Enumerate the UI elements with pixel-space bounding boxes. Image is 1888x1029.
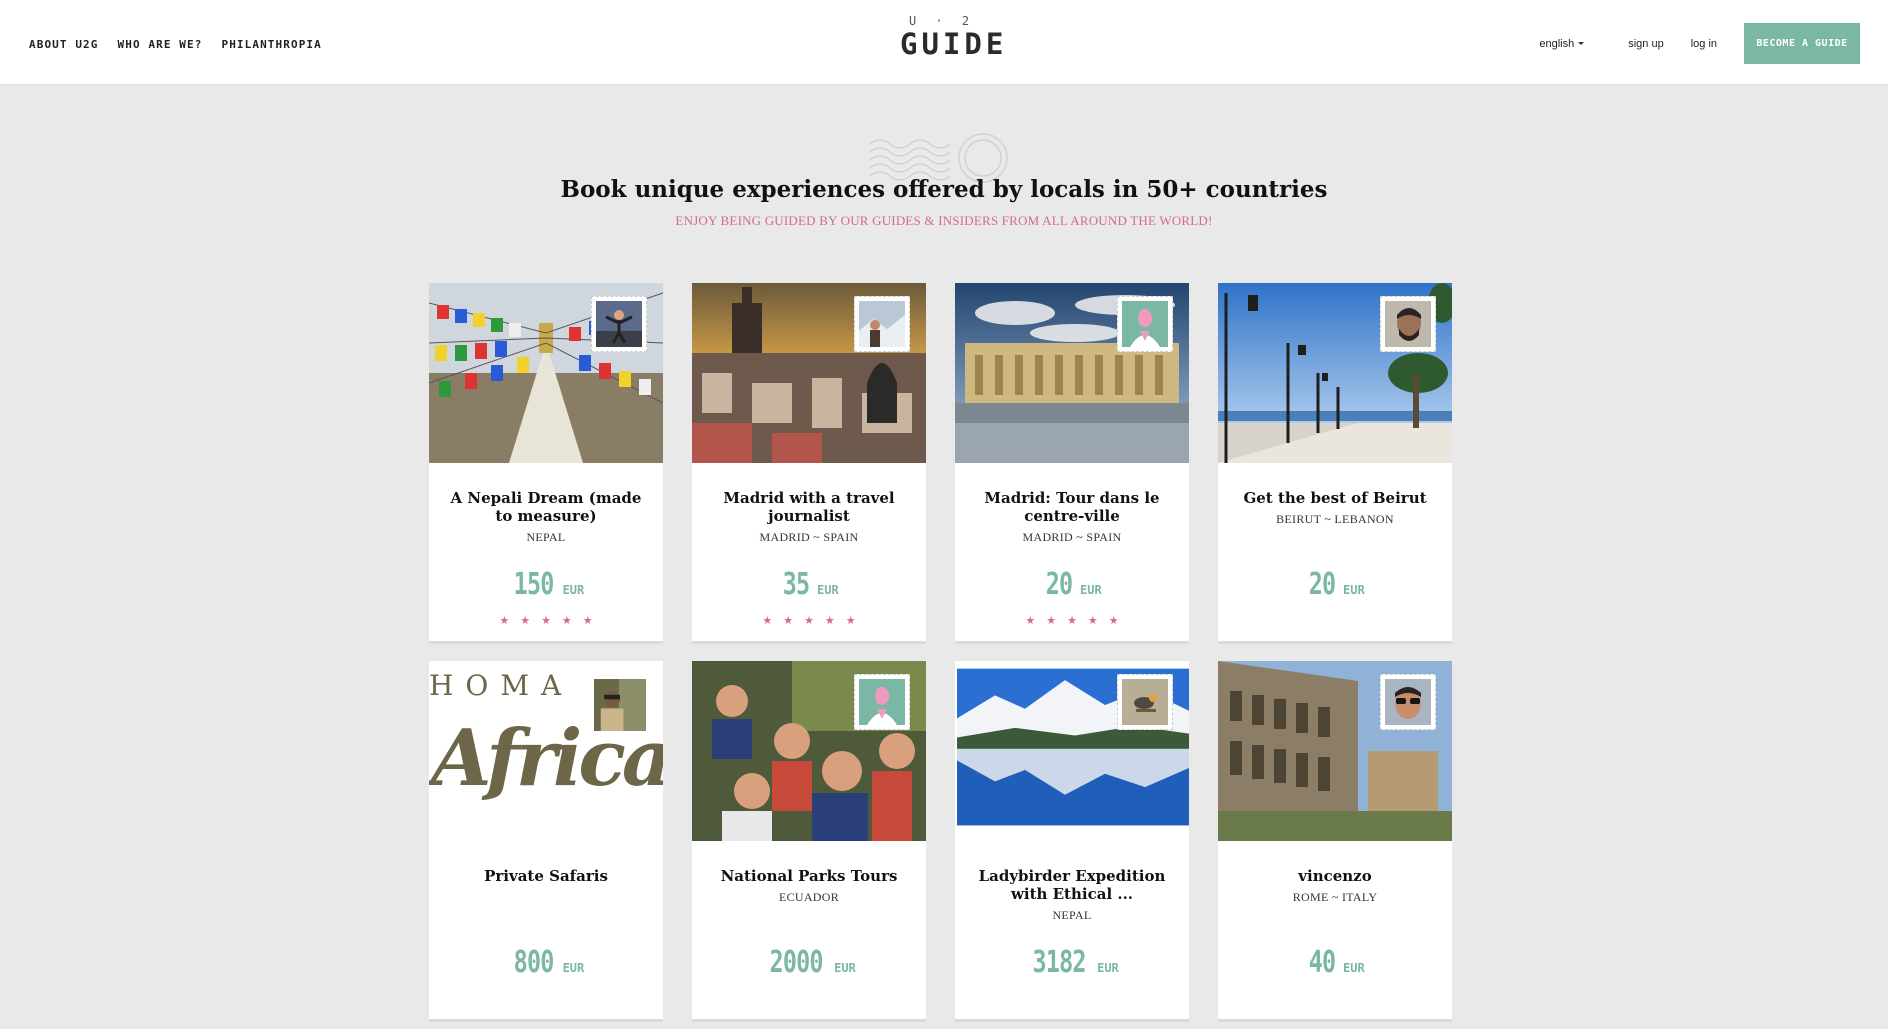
price-currency: EUR [1343,961,1365,975]
language-label: english [1539,37,1575,50]
rating-stars: ★★★★★ [762,615,867,627]
tour-price: 3182 EUR [955,945,1189,980]
price-currency: EUR [562,961,585,975]
price-currency: EUR [1097,961,1119,975]
tour-card[interactable]: Ladybirder Expedition with Ethical ... N… [955,661,1189,1019]
tour-location: MADRID ~ SPAIN [1022,530,1122,544]
tour-card[interactable]: HOMA Africa Private Safaris 800 EUR [429,661,663,1019]
price-value: 800 [513,945,554,980]
tour-card[interactable]: A Nepali Dream (made to measure) NEPAL 1… [429,283,663,641]
tour-price: 20 EUR [955,567,1189,602]
page-subtitle: ENJOY BEING GUIDED BY OUR GUIDES & INSID… [675,213,1213,228]
price-currency: EUR [817,583,839,597]
tour-card[interactable]: Get the best of Beirut BEIRUT ~ LEBANON … [1218,283,1452,641]
tour-title[interactable]: Get the best of Beirut [1218,489,1452,507]
price-value: 150 [513,567,554,602]
tour-card[interactable]: Madrid: Tour dans le centre-ville MADRID… [955,283,1189,641]
bird-photo-icon [1122,679,1168,725]
price-value: 20 [1046,567,1073,602]
price-currency: EUR [1343,583,1365,597]
rating-stars: ★★★★★ [1025,615,1130,627]
tour-image[interactable] [1218,661,1452,841]
tour-location: MADRID ~ SPAIN [759,530,859,544]
guide-avatar[interactable] [1380,674,1436,730]
tour-price: 150 EUR [429,567,663,602]
price-currency: EUR [562,583,585,597]
guide-avatar[interactable] [593,679,647,731]
tour-title[interactable]: vincenzo [1218,867,1452,885]
tour-image[interactable] [1218,283,1452,463]
tour-title[interactable]: A Nepali Dream (made to measure) [429,489,663,525]
homa-logo-text: HOMA [429,669,574,702]
tour-price: 40 EUR [1218,945,1452,980]
tour-price: 800 EUR [429,945,663,980]
nav-who-are-we[interactable]: WHO ARE WE? [118,38,203,51]
tour-price: 2000 EUR [692,945,926,980]
guide-photo-icon [859,301,905,347]
tour-image[interactable] [429,283,663,463]
default-avatar-icon [1122,301,1168,347]
guide-photo-icon [594,679,646,731]
tour-card[interactable]: vincenzo ROME ~ ITALY 40 EUR [1218,661,1452,1019]
price-currency: EUR [1080,583,1102,597]
nav-about-u2g[interactable]: ABOUT U2G [29,38,99,51]
default-avatar-icon [859,679,905,725]
tour-location: NEPAL [1052,908,1092,922]
guide-avatar[interactable] [1117,674,1173,730]
logo-main-text: GUIDE [900,27,1008,61]
tour-image[interactable] [955,283,1189,463]
tour-title[interactable]: Private Safaris [429,867,663,885]
tour-location: ROME ~ ITALY [1292,890,1378,904]
guide-avatar[interactable] [591,296,647,352]
user-nav: english sign up log in BECOME A GUIDE [1539,23,1860,64]
price-value: 3182 [1032,945,1087,980]
price-value: 20 [1309,567,1336,602]
logo-top-text: U · 2 [908,14,976,28]
become-guide-button[interactable]: BECOME A GUIDE [1744,23,1860,64]
price-value: 40 [1309,945,1336,980]
price-currency: EUR [834,961,856,975]
tour-image[interactable] [692,661,926,841]
login-link[interactable]: log in [1691,38,1717,50]
tour-card[interactable]: Madrid with a travel journalist MADRID ~… [692,283,926,641]
guide-photo-icon [596,301,642,347]
tour-image[interactable] [955,661,1189,833]
page-title: Book unique experiences offered by local… [560,176,1328,203]
rating-stars: ★★★★★ [499,615,604,627]
guide-photo-icon [1385,679,1431,725]
guide-photo-icon [1385,301,1431,347]
guide-avatar[interactable] [854,296,910,352]
tour-title[interactable]: Madrid with a travel journalist [692,489,926,525]
price-value: 35 [783,567,810,602]
main-nav: ABOUT U2G WHO ARE WE? PHILANTHROPIA [29,38,322,51]
tour-image[interactable]: HOMA Africa [429,661,663,841]
tour-title[interactable]: Madrid: Tour dans le centre-ville [955,489,1189,525]
price-value: 2000 [769,945,824,980]
guide-avatar[interactable] [854,674,910,730]
tour-image[interactable] [692,283,926,463]
guide-avatar[interactable] [1380,296,1436,352]
tour-price: 35 EUR [692,567,926,602]
tour-price: 20 EUR [1218,567,1452,602]
tour-location: NEPAL [526,530,566,544]
site-logo[interactable]: U · 2 GUIDE [900,14,1008,61]
tour-title[interactable]: Ladybirder Expedition with Ethical ... [955,867,1189,903]
tour-title[interactable]: National Parks Tours [692,867,926,885]
tour-location: ECUADOR [778,890,840,904]
guide-avatar[interactable] [1117,296,1173,352]
nav-philanthropia[interactable]: PHILANTHROPIA [221,38,321,51]
signup-link[interactable]: sign up [1628,38,1663,50]
caret-down-icon [1578,42,1585,45]
tour-location: BEIRUT ~ LEBANON [1276,512,1394,526]
site-header: ABOUT U2G WHO ARE WE? PHILANTHROPIA U · … [0,0,1888,85]
language-selector[interactable]: english [1539,37,1585,50]
tour-card[interactable]: National Parks Tours ECUADOR 2000 EUR [692,661,926,1019]
